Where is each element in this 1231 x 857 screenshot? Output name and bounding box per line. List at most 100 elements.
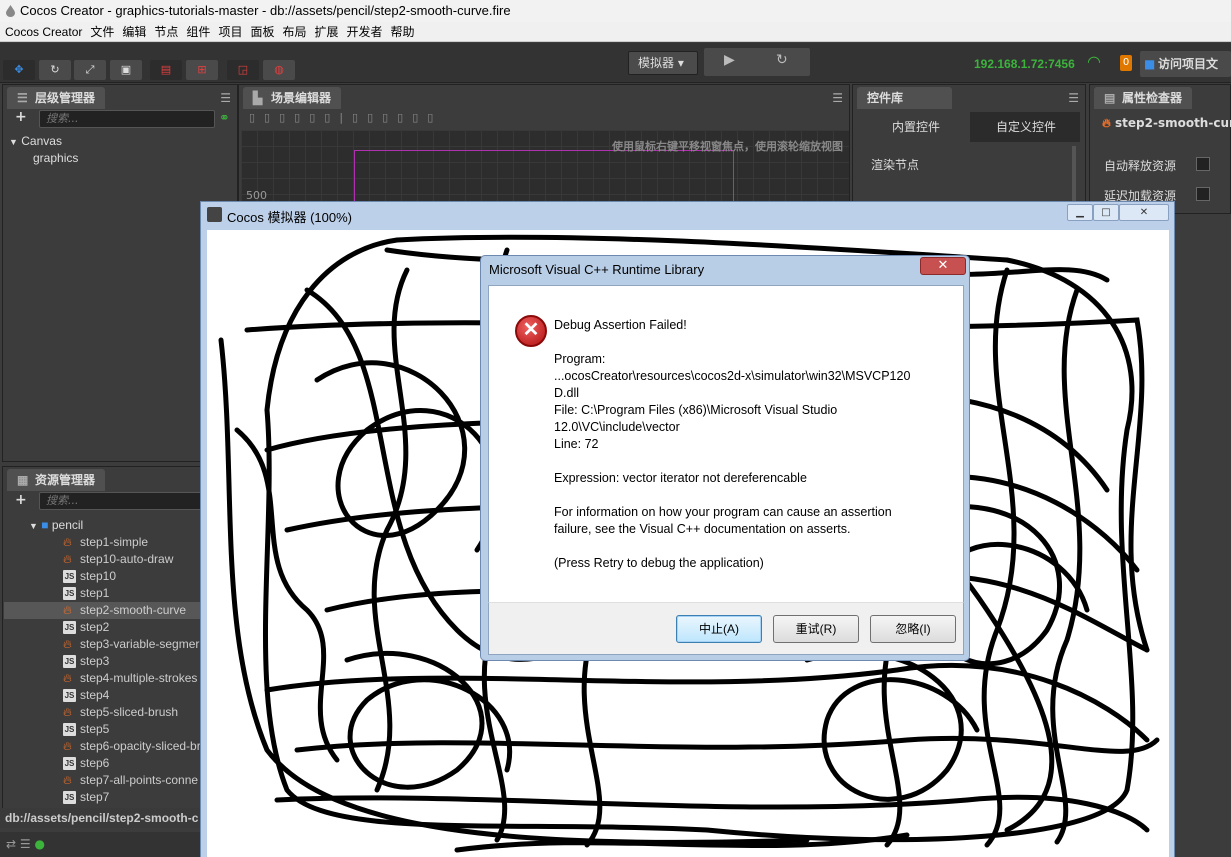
auto-release-checkbox[interactable] bbox=[1196, 157, 1210, 171]
eye-icon[interactable]: ● bbox=[34, 837, 44, 851]
asset-item[interactable]: 🔥︎ step7-all-points-conne bbox=[4, 772, 204, 789]
assets-tab-label: 资源管理器 bbox=[35, 473, 96, 487]
asset-item-label: step7 bbox=[80, 790, 110, 804]
asset-item[interactable]: JS step7 bbox=[4, 789, 204, 806]
tab-custom-controls[interactable]: 自定义控件 bbox=[972, 112, 1080, 142]
tree-node-graphics[interactable]: graphics bbox=[33, 151, 78, 165]
asset-item[interactable]: 🔥︎ step10-auto-draw bbox=[4, 551, 204, 568]
fire-icon: 🔥︎ bbox=[63, 705, 72, 719]
auto-release-label: 自动释放资源 bbox=[1104, 159, 1177, 173]
fire-icon: 🔥︎ bbox=[63, 739, 72, 753]
panel-menu-icon[interactable]: ☰ bbox=[1068, 91, 1079, 105]
asset-item[interactable]: JS step10 bbox=[4, 568, 204, 585]
rect-icon: ▣ bbox=[120, 63, 132, 76]
rotate-icon: ↻ bbox=[50, 63, 60, 76]
scale-tool-button[interactable]: ⤢ bbox=[74, 60, 106, 80]
dialog-line: failure, see the Visual C++ documentatio… bbox=[554, 522, 851, 536]
scene-viewport[interactable]: 使用鼠标右键平移视窗焦点，使用滚轮缩放视图 500 bbox=[241, 130, 849, 220]
asset-item[interactable]: 🔥︎ step1-simple bbox=[4, 534, 204, 551]
hierarchy-search-input[interactable]: 搜索... bbox=[39, 110, 215, 128]
dialog-title: Microsoft Visual C++ Runtime Library bbox=[489, 262, 705, 277]
global-button[interactable]: ◍ bbox=[263, 60, 295, 80]
visit-project-button[interactable]: ■ 访问项目文 bbox=[1140, 51, 1231, 77]
hierarchy-icon: ☰ bbox=[17, 91, 28, 105]
menu-project[interactable]: 项目 bbox=[214, 22, 246, 42]
js-file-icon: JS bbox=[63, 587, 76, 600]
play-icon[interactable]: ▶ bbox=[724, 52, 735, 68]
asset-item-label: step6 bbox=[80, 756, 110, 770]
dialog-close-button[interactable]: ✕ bbox=[920, 257, 966, 275]
menu-extension[interactable]: 扩展 bbox=[310, 22, 342, 42]
panel-menu-icon[interactable]: ☰ bbox=[832, 91, 843, 105]
tab-inspector[interactable]: ▤ 属性检查器 bbox=[1094, 87, 1192, 109]
menu-panel[interactable]: 面板 bbox=[246, 22, 278, 42]
asset-item[interactable]: JS step2 bbox=[4, 619, 204, 636]
library-scrollbar[interactable] bbox=[1072, 146, 1076, 206]
link-icon[interactable]: ⚭ bbox=[219, 111, 230, 126]
tab-assets[interactable]: ▦ 资源管理器 bbox=[7, 469, 105, 491]
menu-help[interactable]: 帮助 bbox=[387, 22, 419, 42]
tab-hierarchy[interactable]: ☰ 层级管理器 bbox=[7, 87, 105, 109]
add-node-button[interactable]: + bbox=[15, 109, 27, 125]
library-section-title: 渲染节点 bbox=[871, 158, 920, 172]
asset-item[interactable]: JS step4 bbox=[4, 687, 204, 704]
simulator-select[interactable]: 模拟器 ▾ bbox=[628, 51, 698, 75]
add-asset-button[interactable]: + bbox=[15, 492, 27, 508]
asset-item-label: step7-all-points-conne bbox=[80, 773, 199, 787]
asset-item[interactable]: 🔥︎ step2-smooth-curve bbox=[4, 602, 204, 619]
minimize-button[interactable]: ▁ bbox=[1067, 204, 1093, 221]
local-button[interactable]: ◲ bbox=[227, 60, 259, 80]
asset-item[interactable]: JS step6 bbox=[4, 755, 204, 772]
center-button[interactable]: ⊞ bbox=[186, 60, 218, 80]
notification-badge[interactable]: 0 bbox=[1120, 55, 1132, 71]
asset-item-label: step4-multiple-strokes bbox=[80, 671, 198, 685]
tab-builtin-controls[interactable]: 内置控件 bbox=[862, 112, 970, 142]
lazy-load-checkbox[interactable] bbox=[1196, 187, 1210, 201]
asset-item[interactable]: 🔥︎ step4-multiple-strokes bbox=[4, 670, 204, 687]
align-tools[interactable]: ▯▯▯▯▯▯|▯▯▯▯▯▯ bbox=[249, 111, 442, 124]
rotate-tool-button[interactable]: ↻ bbox=[39, 60, 71, 80]
asset-item-label: step5 bbox=[80, 722, 110, 736]
close-window-button[interactable]: ✕ bbox=[1119, 204, 1169, 221]
tree-node-canvas[interactable]: ▼ Canvas bbox=[9, 134, 62, 148]
assets-search-input[interactable]: 搜索... bbox=[39, 492, 215, 510]
refresh-icon[interactable]: ↻ bbox=[776, 52, 788, 68]
tab-scene-editor[interactable]: ▙ 场景编辑器 bbox=[243, 87, 341, 109]
asset-item[interactable]: 🔥︎ step3-variable-segmer bbox=[4, 636, 204, 653]
menu-component[interactable]: 组件 bbox=[182, 22, 214, 42]
preview-controls: ▶ ↻ bbox=[704, 48, 810, 76]
menu-edit[interactable]: 编辑 bbox=[118, 22, 150, 42]
pivot-button[interactable]: ▤ bbox=[150, 60, 182, 80]
rect-tool-button[interactable]: ▣ bbox=[110, 60, 142, 80]
abort-button[interactable]: 中止(A) bbox=[676, 615, 762, 643]
menu-developer[interactable]: 开发者 bbox=[343, 22, 387, 42]
asset-item[interactable]: JS step5 bbox=[4, 721, 204, 738]
ignore-button[interactable]: 忽略(I) bbox=[870, 615, 956, 643]
asset-item[interactable]: JS step3 bbox=[4, 653, 204, 670]
folder-pencil[interactable]: ▼ ■ pencil bbox=[29, 518, 83, 532]
menu-node[interactable]: 节点 bbox=[150, 22, 182, 42]
center-icon: ⊞ bbox=[197, 63, 207, 76]
fire-icon: 🔥︎ bbox=[63, 603, 72, 617]
asset-item-label: step2-smooth-curve bbox=[80, 603, 187, 617]
js-file-icon: JS bbox=[63, 757, 76, 770]
preview-ip[interactable]: 192.168.1.72:7456 bbox=[974, 57, 1075, 71]
menu-file[interactable]: 文件 bbox=[86, 22, 118, 42]
move-tool-button[interactable]: ✥ bbox=[3, 60, 35, 80]
js-file-icon: JS bbox=[63, 621, 76, 634]
control-library-panel: 控件库 ☰ bbox=[852, 84, 1086, 214]
asset-item-label: step2 bbox=[80, 620, 110, 634]
fire-icon: 🔥︎ bbox=[63, 552, 72, 566]
menu-layout[interactable]: 布局 bbox=[278, 22, 310, 42]
asset-item[interactable]: 🔥︎ step5-sliced-brush bbox=[4, 704, 204, 721]
pivot-icon: ▤ bbox=[160, 63, 172, 76]
asset-item[interactable]: JS step1 bbox=[4, 585, 204, 602]
maximize-button[interactable]: □ bbox=[1093, 204, 1119, 221]
tab-control-library[interactable]: 控件库 bbox=[857, 87, 952, 109]
sync-icon[interactable]: ⇄ bbox=[6, 837, 16, 851]
panel-menu-icon[interactable]: ☰ bbox=[220, 91, 231, 105]
retry-button[interactable]: 重试(R) bbox=[773, 615, 859, 643]
asset-item[interactable]: 🔥︎ step6-opacity-sliced-br bbox=[4, 738, 204, 755]
database-icon[interactable]: ☰ bbox=[20, 837, 31, 851]
menu-cocos-creator[interactable]: Cocos Creator bbox=[0, 22, 86, 42]
